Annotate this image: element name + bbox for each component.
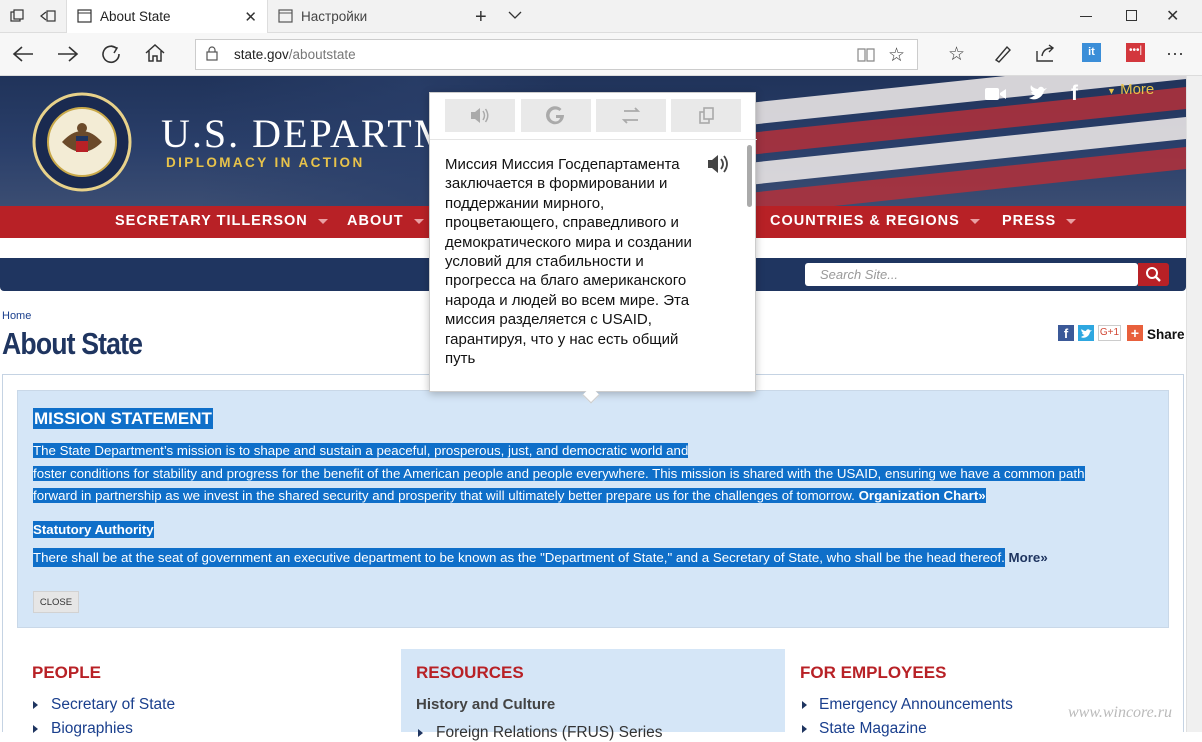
nav-label: PRESS [1002,213,1057,229]
tab-list-chevron-icon[interactable] [508,10,522,20]
twitter-icon[interactable] [1028,84,1048,102]
search-icon [1146,267,1161,282]
statutory-text: There shall be at the seat of government… [33,548,1005,567]
nav-label: ABOUT [347,213,404,229]
swap-languages-button[interactable] [596,99,666,132]
share-label[interactable]: Share [1147,327,1185,342]
nav-secretary-tillerson[interactable]: SECRETARY TILLERSON [115,213,328,229]
forward-icon[interactable] [57,45,79,63]
maximize-icon[interactable] [1126,10,1137,21]
swap-icon [621,107,641,124]
refresh-icon[interactable] [100,43,122,65]
nav-label: SECRETARY TILLERSON [115,213,308,229]
site-logo-title[interactable]: U.S. DEPARTM [161,110,451,157]
popup-scrollbar[interactable] [747,145,752,207]
video-icon[interactable] [985,86,1007,102]
page-icon [77,9,92,23]
share-icon[interactable] [1035,43,1057,63]
nav-about[interactable]: ABOUT [347,213,424,229]
site-logo-tagline: DIPLOMACY IN ACTION [166,155,365,170]
more-social-label: More [1120,81,1155,98]
organization-chart-link[interactable]: Organization Chart» [858,488,986,503]
bullet-icon [418,729,423,737]
resources-column-bg [401,649,785,732]
home-icon[interactable] [144,43,166,63]
google-search-button[interactable] [521,99,591,132]
page-icon [278,9,293,23]
bullet-icon [33,701,38,709]
tab-actions-icon[interactable] [10,9,24,23]
minimize-icon[interactable] [1080,16,1092,17]
tab-bar: About State ✕ Настройки + ✕ [0,0,1202,34]
more-menu-icon[interactable]: ··· [1166,43,1184,64]
address-bar: state.gov/aboutstate ☆ ☆ it •••| ··· [0,33,1202,76]
mission-statement-panel: MISSION STATEMENT The State Department’s… [17,390,1169,628]
lock-icon [206,46,218,61]
watermark: www.wincore.ru [1068,704,1173,721]
tab-title: About State [100,9,171,24]
new-tab-icon[interactable]: + [475,6,487,29]
resources-heading: RESOURCES [416,663,524,682]
page-title: About State [2,326,143,361]
people-heading: PEOPLE [32,663,101,682]
tab-title: Настройки [301,9,368,24]
close-window-icon[interactable]: ✕ [1166,6,1179,26]
mission-line-1: The State Department’s mission is to sha… [33,443,689,458]
translation-text: Миссия Миссия Госдепартамента заключаетс… [445,156,692,368]
mission-line-2: foster conditions for stability and prog… [33,465,1085,481]
biographies-link[interactable]: Biographies [51,720,133,738]
nav-countries-regions[interactable]: COUNTRIES & REGIONS [770,213,980,229]
speak-button[interactable] [445,99,515,132]
mission-heading: MISSION STATEMENT [33,408,213,429]
url-domain: state.gov [234,47,289,62]
speak-translation-icon[interactable] [706,153,734,175]
nav-label: COUNTRIES & REGIONS [770,213,960,229]
facebook-icon[interactable]: f [1071,82,1078,106]
web-note-icon[interactable] [993,43,1013,63]
set-aside-tabs-icon[interactable] [40,9,56,23]
reading-view-icon[interactable] [856,47,876,63]
frus-series-link[interactable]: Foreign Relations (FRUS) Series [436,724,663,742]
favorite-star-icon[interactable]: ☆ [888,44,905,67]
tab-about-state[interactable]: About State ✕ [66,0,268,34]
url-field[interactable]: state.gov/aboutstate ☆ [195,39,918,70]
addthis-share-icon[interactable]: + [1127,325,1143,341]
for-employees-heading: FOR EMPLOYEES [800,663,947,682]
close-tab-icon[interactable]: ✕ [244,8,257,26]
page-scrollbar[interactable] [1186,76,1202,732]
close-button[interactable]: CLOSE [33,591,79,613]
facebook-share-icon[interactable]: f [1058,325,1074,341]
lastpass-extension-icon[interactable]: •••| [1126,43,1145,62]
gplus-share-button[interactable]: G+1 [1098,325,1121,341]
tab-settings[interactable]: Настройки [268,0,466,33]
back-icon[interactable] [12,45,34,63]
emergency-announcements-link[interactable]: Emergency Announcements [819,696,1013,714]
department-seal [32,92,132,192]
translator-extension-icon[interactable]: it [1082,43,1101,62]
url-path: /aboutstate [288,47,356,62]
mission-line-3: forward in partnership as we invest in t… [33,488,855,503]
state-magazine-link[interactable]: State Magazine [819,720,927,738]
copy-button[interactable] [671,99,741,132]
copy-icon [699,107,714,124]
twitter-share-icon[interactable] [1078,325,1094,341]
translator-popup: Миссия Миссия Госдепартамента заключаетс… [429,92,757,404]
history-culture-heading: History and Culture [416,696,556,713]
favorites-hub-icon[interactable]: ☆ [948,43,965,66]
speaker-icon [471,108,489,123]
breadcrumb[interactable]: Home [2,310,31,322]
site-search-input[interactable]: Search Site... [805,263,1138,286]
bullet-icon [802,701,807,709]
search-button[interactable] [1138,263,1169,286]
statutory-heading: Statutory Authority [33,521,154,538]
statutory-more-link[interactable]: More» [1009,550,1048,565]
more-social-link[interactable]: ▼ More [1107,81,1154,98]
nav-press[interactable]: PRESS [1002,213,1077,229]
secretary-of-state-link[interactable]: Secretary of State [51,696,175,714]
google-icon [546,106,565,125]
